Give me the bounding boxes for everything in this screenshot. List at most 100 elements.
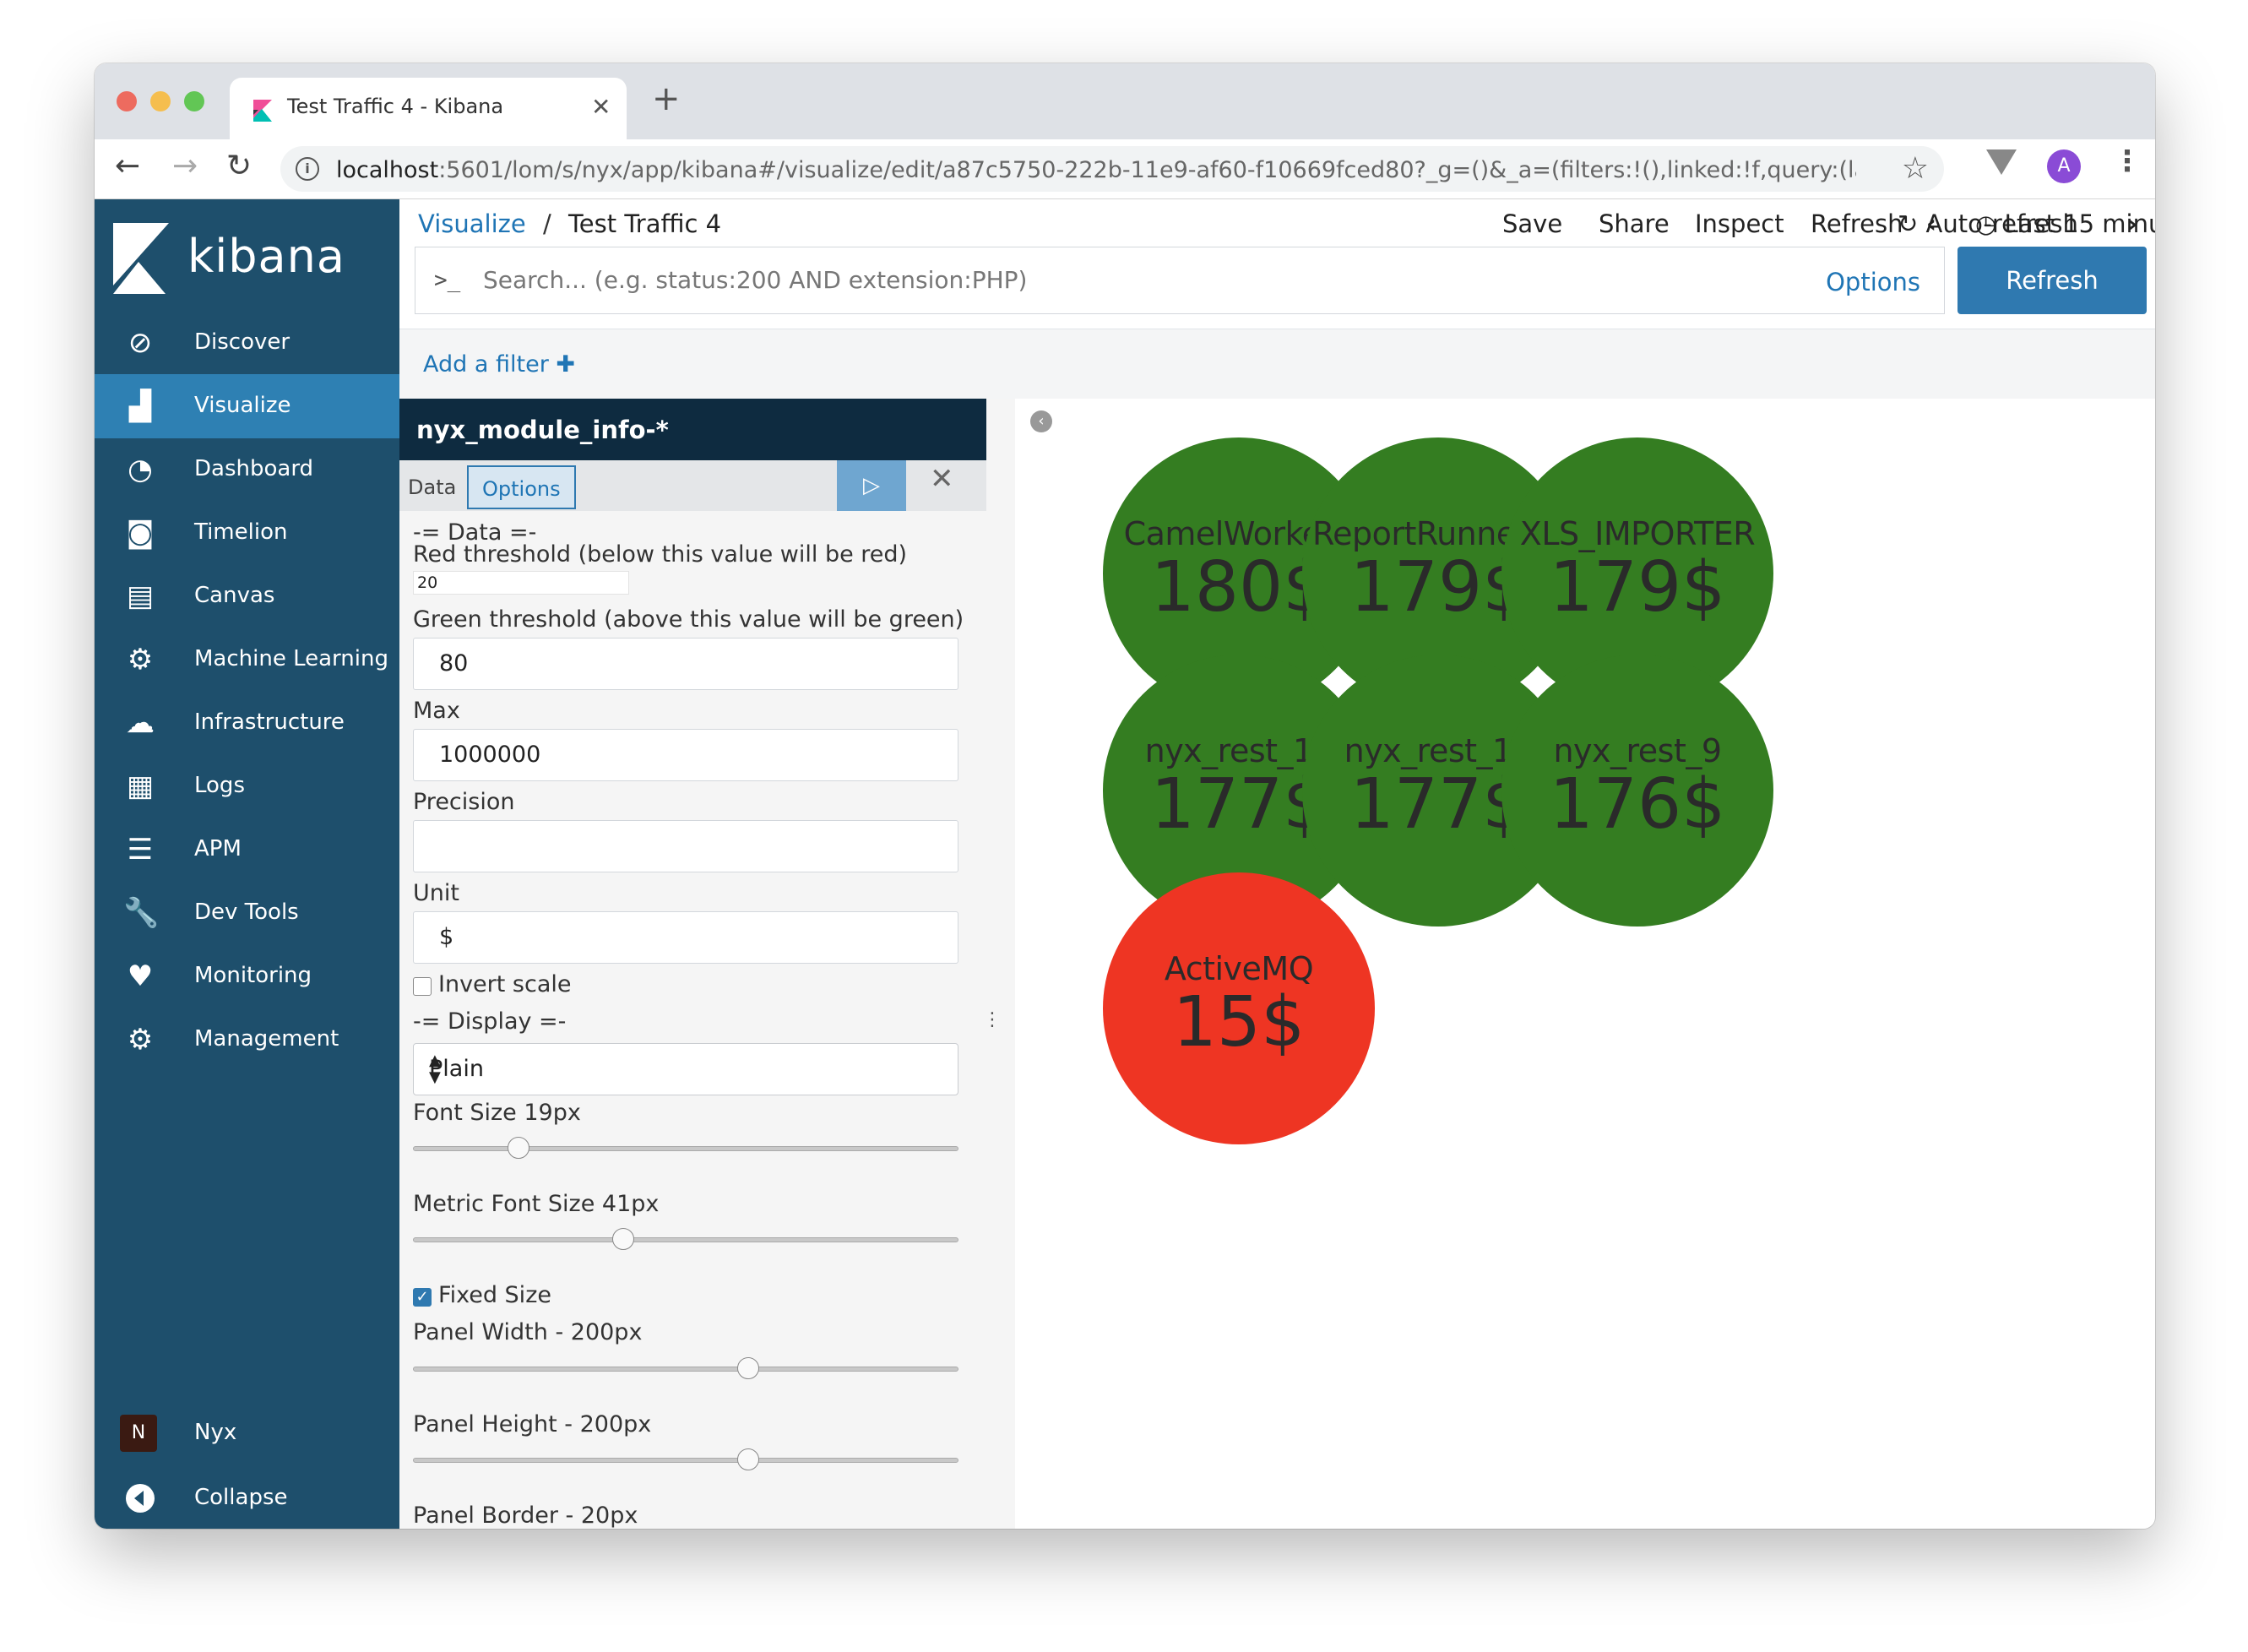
sidebar-item-label: Management bbox=[194, 1026, 339, 1052]
sidebar-item-visualize[interactable]: ▟ Visualize bbox=[95, 374, 399, 438]
add-filter-button[interactable]: Add a filter ✚ bbox=[423, 351, 575, 378]
extension-icon[interactable] bbox=[1986, 149, 2017, 175]
refresh-menu-button[interactable]: Refresh bbox=[1811, 209, 1903, 238]
metric-panel: nyx_rest_9 176$ bbox=[1501, 655, 1773, 927]
dashboard-icon: ◔ bbox=[128, 453, 153, 486]
url-text[interactable]: localhost:5601/lom/s/nyx/app/kibana#/vis… bbox=[336, 157, 1856, 183]
collapse-label: Collapse bbox=[194, 1485, 288, 1510]
breadcrumb-visualize[interactable]: Visualize bbox=[418, 209, 526, 238]
panel-width-slider[interactable] bbox=[413, 1356, 958, 1382]
time-prev-button[interactable]: ‹ bbox=[1926, 209, 1936, 238]
refresh-button[interactable]: Refresh bbox=[1957, 247, 2147, 314]
new-tab-button[interactable]: + bbox=[652, 82, 681, 116]
slider-thumb[interactable] bbox=[507, 1137, 529, 1159]
search-options-button[interactable]: Options bbox=[1826, 268, 1920, 296]
resize-grip-icon[interactable]: ⋮ bbox=[983, 1009, 1002, 1030]
slider-thumb[interactable] bbox=[611, 1228, 634, 1250]
sidebar-item-monitoring[interactable]: ♥ Monitoring bbox=[95, 944, 399, 1008]
tab-data[interactable]: Data bbox=[408, 465, 456, 509]
panel-height-label: Panel Height - 200px bbox=[413, 1411, 652, 1437]
forward-arrow-icon[interactable]: → bbox=[172, 149, 198, 183]
green-threshold-input[interactable]: 80 bbox=[413, 638, 958, 690]
close-tab-icon[interactable]: ✕ bbox=[591, 93, 611, 121]
panel-height-slider[interactable] bbox=[413, 1448, 958, 1473]
browser-tab[interactable]: Test Traffic 4 - Kibana ✕ bbox=[230, 78, 627, 139]
metric-font-size-slider[interactable] bbox=[413, 1227, 958, 1253]
sidebar-item-discover[interactable]: ⊘ Discover bbox=[95, 311, 399, 375]
tab-options[interactable]: Options bbox=[467, 465, 576, 509]
close-window-button[interactable] bbox=[117, 91, 137, 111]
refresh-icon: ↻ bbox=[1898, 209, 1919, 238]
profile-avatar[interactable]: A bbox=[2047, 149, 2081, 183]
filter-bar: Add a filter ✚ bbox=[399, 329, 2155, 399]
time-next-button[interactable]: › bbox=[2127, 209, 2137, 238]
unit-label: Unit bbox=[413, 880, 459, 906]
query-bar[interactable]: >_ Search... (e.g. status:200 AND extens… bbox=[415, 247, 1945, 314]
sidebar-item-label: Timelion bbox=[194, 519, 288, 545]
red-threshold-input[interactable]: 20 bbox=[413, 571, 629, 595]
sidebar-item-apm[interactable]: ☰ APM bbox=[95, 818, 399, 882]
green-threshold-label: Green threshold (above this value will b… bbox=[413, 606, 964, 633]
sidebar-item-label: Canvas bbox=[194, 583, 275, 608]
invert-scale-checkbox[interactable] bbox=[413, 977, 432, 996]
index-pattern-title: nyx_module_info-* bbox=[416, 416, 669, 444]
back-arrow-icon[interactable]: ← bbox=[115, 149, 140, 183]
reload-icon[interactable]: ↻ bbox=[226, 149, 252, 183]
site-info-icon[interactable]: i bbox=[296, 157, 319, 181]
sidebar-item-canvas[interactable]: ▤ Canvas bbox=[95, 564, 399, 628]
max-input[interactable]: 1000000 bbox=[413, 729, 958, 781]
sidebar-item-timelion[interactable]: ◙ Timelion bbox=[95, 501, 399, 565]
editor-resize-handle[interactable] bbox=[986, 399, 1015, 1529]
precision-input[interactable] bbox=[413, 820, 958, 872]
maximize-window-button[interactable] bbox=[184, 91, 204, 111]
collapse-editor-icon[interactable]: ‹ bbox=[1030, 410, 1052, 432]
editor-header: nyx_module_info-* bbox=[399, 399, 986, 460]
metric-value: 15$ bbox=[1172, 982, 1306, 1062]
sidebar-item-machine-learning[interactable]: ⚙ Machine Learning bbox=[95, 628, 399, 692]
compass-icon: ⊘ bbox=[128, 326, 153, 360]
browser-toolbar: ← → ↻ i localhost:5601/lom/s/nyx/app/kib… bbox=[95, 139, 2155, 199]
unit-input[interactable]: $ bbox=[413, 911, 958, 964]
max-label: Max bbox=[413, 698, 460, 724]
kibana-favicon-icon bbox=[253, 100, 272, 122]
plus-icon: ✚ bbox=[556, 351, 576, 378]
gear-icon: ⚙ bbox=[127, 1023, 154, 1057]
save-button[interactable]: Save bbox=[1502, 209, 1562, 238]
browser-menu-icon[interactable]: ⋮ bbox=[2113, 144, 2142, 178]
discard-changes-icon[interactable]: ✕ bbox=[930, 462, 954, 496]
minimize-window-button[interactable] bbox=[150, 91, 171, 111]
slider-thumb[interactable] bbox=[737, 1448, 760, 1470]
display-select[interactable]: Plain ▲ ▼ bbox=[413, 1043, 958, 1095]
sidebar-item-management[interactable]: ⚙ Management bbox=[95, 1008, 399, 1072]
bar-chart-icon: ▟ bbox=[128, 389, 152, 423]
space-selector[interactable]: N Nyx bbox=[95, 1401, 399, 1465]
collapse-nav-button[interactable]: Collapse bbox=[95, 1466, 399, 1529]
metric-font-size-label: Metric Font Size 41px bbox=[413, 1191, 660, 1217]
kibana-brand: kibana bbox=[187, 230, 345, 283]
sidebar-item-dashboard[interactable]: ◔ Dashboard bbox=[95, 437, 399, 502]
sidebar-item-label: Visualize bbox=[194, 393, 291, 418]
metric-value: 176$ bbox=[1549, 764, 1726, 845]
slider-thumb[interactable] bbox=[737, 1357, 760, 1379]
font-size-slider[interactable] bbox=[413, 1136, 958, 1161]
page-title: Test Traffic 4 bbox=[568, 209, 722, 238]
machine-learning-icon: ⚙ bbox=[127, 643, 154, 677]
apply-changes-button[interactable]: ▷ bbox=[837, 460, 906, 511]
sidebar-item-label: Dev Tools bbox=[194, 899, 299, 925]
heartbeat-icon: ♥ bbox=[127, 959, 154, 993]
sidebar-item-label: Machine Learning bbox=[194, 646, 388, 671]
sidebar-item-label: Infrastructure bbox=[194, 709, 345, 735]
tab-title: Test Traffic 4 - Kibana bbox=[287, 95, 504, 118]
sidebar-item-dev-tools[interactable]: 🔧 Dev Tools bbox=[95, 881, 399, 945]
sidebar-item-infrastructure[interactable]: ☁ Infrastructure bbox=[95, 691, 399, 755]
search-input[interactable]: Search... (e.g. status:200 AND extension… bbox=[483, 266, 1027, 294]
metric-value: 179$ bbox=[1549, 547, 1726, 628]
vis-editor-panel: nyx_module_info-* Data Options ▷ ✕ -= Da… bbox=[399, 399, 1015, 1529]
fixed-size-checkbox[interactable]: ✓ bbox=[413, 1288, 432, 1307]
sidebar-item-logs[interactable]: ▦ Logs bbox=[95, 754, 399, 818]
inspect-button[interactable]: Inspect bbox=[1695, 209, 1784, 238]
kibana-sidebar: kibana ⊘ Discover ▟ Visualize ◔ Dashboard ◙ Tim… bbox=[95, 199, 399, 1529]
address-bar[interactable]: i localhost:5601/lom/s/nyx/app/kibana#/v… bbox=[280, 146, 1944, 192]
share-button[interactable]: Share bbox=[1599, 209, 1670, 238]
bookmark-star-icon[interactable]: ☆ bbox=[1902, 151, 1929, 186]
